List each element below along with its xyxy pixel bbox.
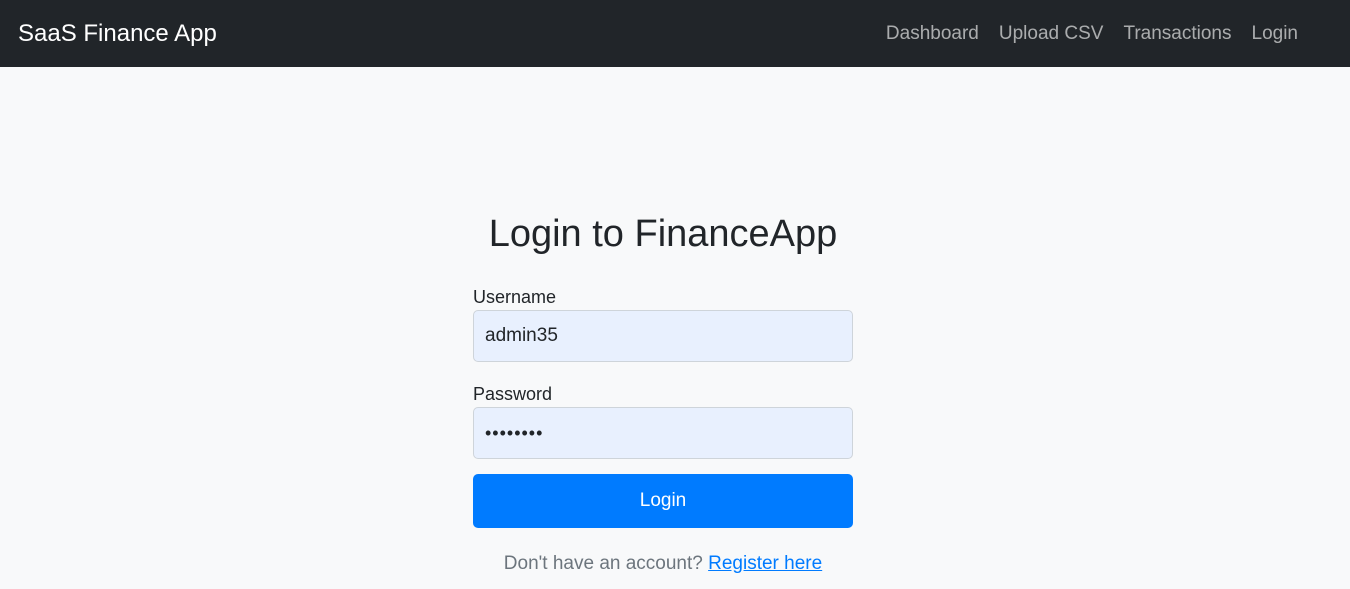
password-label: Password <box>473 384 553 404</box>
nav-link-dashboard[interactable]: Dashboard <box>886 24 979 43</box>
nav-link-upload-csv[interactable]: Upload CSV <box>999 24 1104 43</box>
username-input[interactable] <box>473 310 853 362</box>
password-input[interactable] <box>473 407 853 459</box>
login-button[interactable]: Login <box>473 474 853 528</box>
page-title: Login to FinanceApp <box>488 213 838 255</box>
top-navbar: SaaS Finance App Dashboard Upload CSV Tr… <box>0 0 1350 67</box>
register-prompt-text: Don't have an account? <box>503 553 703 574</box>
register-link[interactable]: Register here <box>708 553 822 574</box>
login-form: Login to FinanceApp Username Password Lo… <box>473 210 853 574</box>
brand-link[interactable]: SaaS Finance App <box>18 21 217 46</box>
register-prompt: Don't have an account? Register here <box>453 552 873 576</box>
username-group: Username <box>473 286 853 362</box>
nav-link-transactions[interactable]: Transactions <box>1123 24 1231 43</box>
nav-links: Dashboard Upload CSV Transactions Login <box>886 24 1298 43</box>
username-label: Username <box>473 287 557 307</box>
password-group: Password <box>473 383 853 459</box>
nav-link-login[interactable]: Login <box>1252 24 1299 43</box>
